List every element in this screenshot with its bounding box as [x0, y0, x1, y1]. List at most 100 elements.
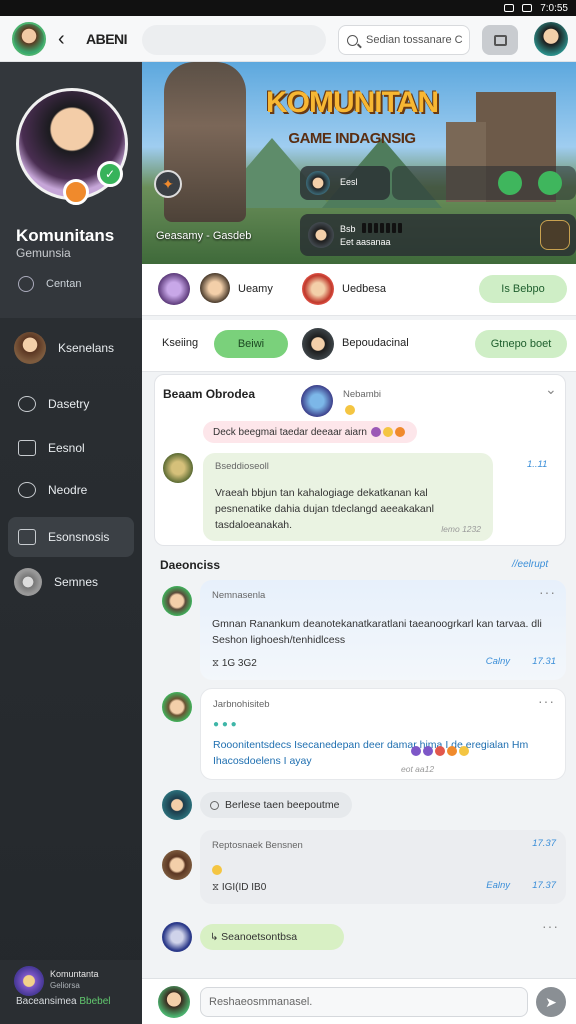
- message-sender: Nemnasenla: [212, 590, 266, 601]
- emoji-icon: [394, 427, 405, 437]
- poster-name: Nebambi: [343, 389, 382, 400]
- sidebar-item-label: Eesnol: [48, 441, 85, 455]
- sidebar-item-events[interactable]: Esonsnosis: [8, 517, 134, 557]
- typing-dots-icon: ● ● ●: [213, 719, 237, 730]
- message-text: Seanoetsontbsa: [221, 931, 298, 943]
- section-link[interactable]: //eelrupt: [512, 559, 548, 570]
- message-avatar[interactable]: [162, 790, 192, 820]
- info-icon: [18, 482, 36, 498]
- search-icon: [347, 34, 358, 46]
- message-avatar[interactable]: [162, 850, 192, 880]
- gamepad-icon[interactable]: [498, 171, 522, 195]
- post-sender: Bseddioseoll: [215, 461, 269, 472]
- post-time: 1..11: [527, 459, 548, 470]
- sidebar-item-label: Ksenelans: [58, 341, 115, 355]
- post-tag: Deck beegmai taedar deeaar aiarn: [203, 421, 417, 443]
- member-name: Ueamy: [238, 283, 273, 295]
- member-avatar[interactable]: [200, 273, 230, 303]
- battery-icon: [522, 4, 533, 12]
- more-options-icon[interactable]: ···: [538, 693, 555, 709]
- sidebar-avatar: [14, 332, 46, 364]
- message-avatar[interactable]: [162, 922, 192, 952]
- message-avatar[interactable]: [162, 586, 192, 616]
- app-avatar[interactable]: [12, 22, 46, 56]
- tab-trending[interactable]: Kseiing: [162, 337, 198, 349]
- message-bubble: ↳ Seanoetsontbsa: [200, 924, 344, 950]
- emoji-icon: [447, 746, 457, 757]
- banner-character: [164, 62, 246, 222]
- poster-avatar[interactable]: [301, 385, 333, 417]
- post-author-avatar[interactable]: [163, 453, 193, 483]
- member-name: Uedbesa: [342, 283, 387, 295]
- post-meta: lemo 1232: [441, 524, 481, 534]
- sidebar-item-settings[interactable]: Semnes: [8, 562, 134, 602]
- sidebar-item-dashboard[interactable]: Dasetry: [8, 384, 134, 424]
- emoji-icon: [370, 427, 381, 437]
- message-avatar[interactable]: [162, 692, 192, 722]
- profile-avatar[interactable]: ✓: [16, 88, 128, 205]
- member-avatar[interactable]: [158, 273, 190, 305]
- sidebar-item-label: Dasetry: [48, 397, 90, 411]
- message-sender: Reptosnaek Bensnen: [212, 840, 303, 851]
- top-pill-field[interactable]: [142, 25, 326, 55]
- sidebar-footer[interactable]: Komuntanta Geliorsa Baceansimea Bbebel: [0, 960, 142, 1024]
- person-avatar[interactable]: [302, 328, 334, 360]
- overlay-voice-subtitle: Eet aasanaa: [340, 237, 391, 247]
- sidebar-item-channel[interactable]: Eesnol: [8, 428, 134, 468]
- tab-active[interactable]: Beiwi: [214, 330, 288, 358]
- message-input[interactable]: Reshaeosmmanasel.: [200, 987, 528, 1017]
- profile-stat[interactable]: Centan: [18, 276, 81, 292]
- profile-name: Komunitans: [16, 226, 115, 245]
- chevron-down-icon[interactable]: ⌄: [545, 381, 558, 398]
- status-time: 7:0:55: [540, 2, 568, 14]
- members-strip: Ueamy Uedbesa Is Bebpo: [142, 264, 576, 316]
- search-input[interactable]: Sedian tossanare C: [338, 25, 470, 55]
- section-title: Daeonciss: [160, 558, 221, 572]
- footer-status: Baceansimea Bbebel: [16, 996, 111, 1007]
- emoji-icon: [459, 746, 469, 757]
- tab-person[interactable]: Bepoudacinal: [342, 337, 409, 349]
- overlay-user-name: Eesl: [340, 177, 358, 187]
- message-time: 17.37: [532, 880, 556, 891]
- message-time: 17.31: [532, 656, 556, 667]
- overlay-actions: [392, 166, 576, 200]
- smile-icon: [345, 401, 357, 419]
- tab-right-button[interactable]: Gtnepo boet: [475, 330, 567, 358]
- more-options-icon[interactable]: ···: [539, 584, 556, 600]
- message-sender: Jarbnohisiteb: [213, 699, 270, 710]
- sidebar-item-profile[interactable]: Ksenelans: [8, 328, 134, 368]
- footer-status-accent: Bbebel: [79, 996, 111, 1007]
- chat-icon[interactable]: [538, 171, 562, 195]
- members-button[interactable]: Is Bebpo: [479, 275, 567, 303]
- message-time-top: 17.37: [532, 838, 556, 849]
- member-avatar[interactable]: [302, 273, 334, 305]
- overlay-user-card[interactable]: Eesl: [300, 166, 390, 200]
- footer-status-label: Baceansimea: [16, 996, 77, 1007]
- search-placeholder: Sedian tossanare C: [366, 34, 463, 46]
- overlay-avatar: [308, 222, 334, 248]
- send-icon[interactable]: ➤: [536, 987, 566, 1017]
- gift-icon[interactable]: [540, 220, 570, 250]
- profile-card: ✓ Komunitans Gemunsia Centan: [0, 62, 142, 318]
- window-button[interactable]: [482, 25, 518, 55]
- composer-avatar: [158, 986, 190, 1018]
- footer-subtitle: Geliorsa: [50, 981, 80, 990]
- settings-icon: [14, 568, 42, 596]
- emoji-icon: [435, 746, 445, 757]
- search-icon: [210, 800, 219, 810]
- message-stat-value: IGI(ID IB0: [221, 882, 267, 893]
- profile-stat-label: Centan: [46, 278, 82, 290]
- community-icon[interactable]: ✦: [154, 170, 182, 198]
- user-avatar[interactable]: [534, 22, 568, 56]
- banner-title: KOMUNITAN: [265, 86, 439, 119]
- reply-text: Berlese taen beepoutme: [225, 799, 340, 811]
- overlay-voice-title: Bsb: [340, 224, 356, 234]
- footer-title: Komuntanta: [50, 969, 99, 979]
- more-options-icon[interactable]: ···: [542, 918, 559, 934]
- community-avatar: [14, 966, 44, 996]
- reply-chip[interactable]: Berlese taen beepoutme: [200, 792, 352, 818]
- overlay-voice-card[interactable]: Bsb Eet aasanaa: [300, 214, 576, 256]
- stat-icon: ⧖: [212, 658, 222, 669]
- sidebar-item-news[interactable]: Neodre: [8, 470, 134, 510]
- back-arrow-icon[interactable]: ‹: [58, 28, 76, 50]
